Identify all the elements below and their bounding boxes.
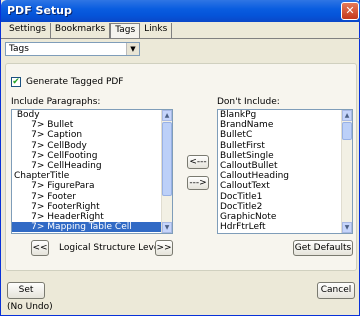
generate-tagged-pdf-row[interactable]: ✔ Generate Tagged PDF bbox=[11, 76, 124, 88]
exclude-list-item[interactable]: BulletFirst bbox=[218, 141, 352, 151]
scroll-down-icon[interactable]: ▼ bbox=[162, 222, 172, 233]
include-list-item[interactable]: 7> Footer bbox=[12, 192, 172, 202]
exclude-list-item[interactable]: BrandName bbox=[218, 120, 352, 130]
include-list[interactable]: Body 7> Bullet 7> Caption 7> CellBody 7>… bbox=[11, 109, 173, 234]
include-scrollbar[interactable]: ▲ ▼ bbox=[161, 110, 172, 233]
tab-divider bbox=[1, 38, 360, 39]
exclude-list[interactable]: BlankPg BrandName BulletC BulletFirst Bullet… bbox=[217, 109, 353, 234]
include-list-item[interactable]: 7> FigurePara bbox=[12, 181, 172, 191]
structure-level-label: Logical Structure Level bbox=[59, 243, 162, 253]
include-list-item[interactable]: 7> CellBody bbox=[12, 141, 172, 151]
exclude-label: Don't Include: bbox=[217, 97, 280, 107]
close-icon: ✕ bbox=[345, 4, 355, 17]
exclude-list-item[interactable]: HdrFtrLeft bbox=[218, 222, 352, 232]
cancel-button[interactable]: Cancel bbox=[317, 282, 355, 299]
include-list-item[interactable]: 7> FooterRight bbox=[12, 202, 172, 212]
previous-level-button[interactable]: << bbox=[31, 240, 49, 256]
title-bar: PDF Setup ✕ bbox=[1, 0, 360, 22]
chevron-down-icon[interactable]: ▼ bbox=[126, 43, 139, 55]
generate-tagged-pdf-checkbox[interactable]: ✔ bbox=[11, 77, 21, 87]
move-right-button[interactable]: ---> bbox=[187, 176, 209, 190]
scroll-down-icon[interactable]: ▼ bbox=[342, 222, 352, 233]
include-list-item[interactable]: 7> Mapping Table Cell bbox=[12, 222, 172, 233]
include-scroll-thumb[interactable] bbox=[162, 122, 172, 196]
exclude-scrollbar[interactable]: ▲ ▼ bbox=[341, 110, 352, 233]
mode-select[interactable]: Tags ▼ bbox=[5, 42, 140, 56]
undo-status: (No Undo) bbox=[7, 302, 53, 312]
set-button[interactable]: Set bbox=[7, 282, 45, 299]
exclude-list-item[interactable]: CalloutHeading bbox=[218, 171, 352, 181]
exclude-list-item[interactable]: BulletSingle bbox=[218, 151, 352, 161]
pdf-setup-window: PDF Setup ✕ Settings Bookmarks Tags Link… bbox=[0, 0, 360, 316]
include-list-item[interactable]: 7> Caption bbox=[12, 130, 172, 140]
tab-bookmarks[interactable]: Bookmarks bbox=[50, 23, 111, 38]
window-title: PDF Setup bbox=[7, 4, 72, 17]
include-label: Include Paragraphs: bbox=[11, 97, 101, 107]
exclude-list-item[interactable]: DocTitle2 bbox=[218, 202, 352, 212]
exclude-list-item[interactable]: BulletC bbox=[218, 130, 352, 140]
exclude-list-item[interactable]: CalloutBullet bbox=[218, 161, 352, 171]
tab-tags[interactable]: Tags bbox=[110, 23, 141, 38]
scroll-up-icon[interactable]: ▲ bbox=[342, 110, 352, 121]
exclude-list-item[interactable]: BlankPg bbox=[218, 110, 352, 120]
include-list-item[interactable]: 7> HeaderRight bbox=[12, 212, 172, 222]
exclude-list-item[interactable]: CalloutText bbox=[218, 181, 352, 191]
include-list-item[interactable]: Body bbox=[12, 110, 172, 120]
include-list-item[interactable]: 7> Bullet bbox=[12, 120, 172, 130]
exclude-list-item[interactable]: GraphicNote bbox=[218, 212, 352, 222]
generate-tagged-pdf-label: Generate Tagged PDF bbox=[26, 77, 124, 87]
scroll-up-icon[interactable]: ▲ bbox=[162, 110, 172, 121]
tab-links[interactable]: Links bbox=[140, 23, 173, 38]
exclude-scroll-thumb[interactable] bbox=[342, 122, 352, 140]
include-list-item[interactable]: 7> CellFooting bbox=[12, 151, 172, 161]
include-list-item[interactable]: ChapterTitle bbox=[12, 171, 172, 181]
mode-select-value: Tags bbox=[9, 44, 29, 54]
include-list-item[interactable]: 7> CellHeading bbox=[12, 161, 172, 171]
close-button[interactable]: ✕ bbox=[341, 2, 359, 20]
get-defaults-button[interactable]: Get Defaults bbox=[293, 240, 353, 256]
next-level-button[interactable]: >> bbox=[155, 240, 173, 256]
exclude-list-item[interactable]: DocTitle1 bbox=[218, 192, 352, 202]
tab-bar: Settings Bookmarks Tags Links bbox=[5, 23, 173, 38]
move-left-button[interactable]: <--- bbox=[187, 155, 209, 169]
tab-settings[interactable]: Settings bbox=[5, 23, 51, 38]
